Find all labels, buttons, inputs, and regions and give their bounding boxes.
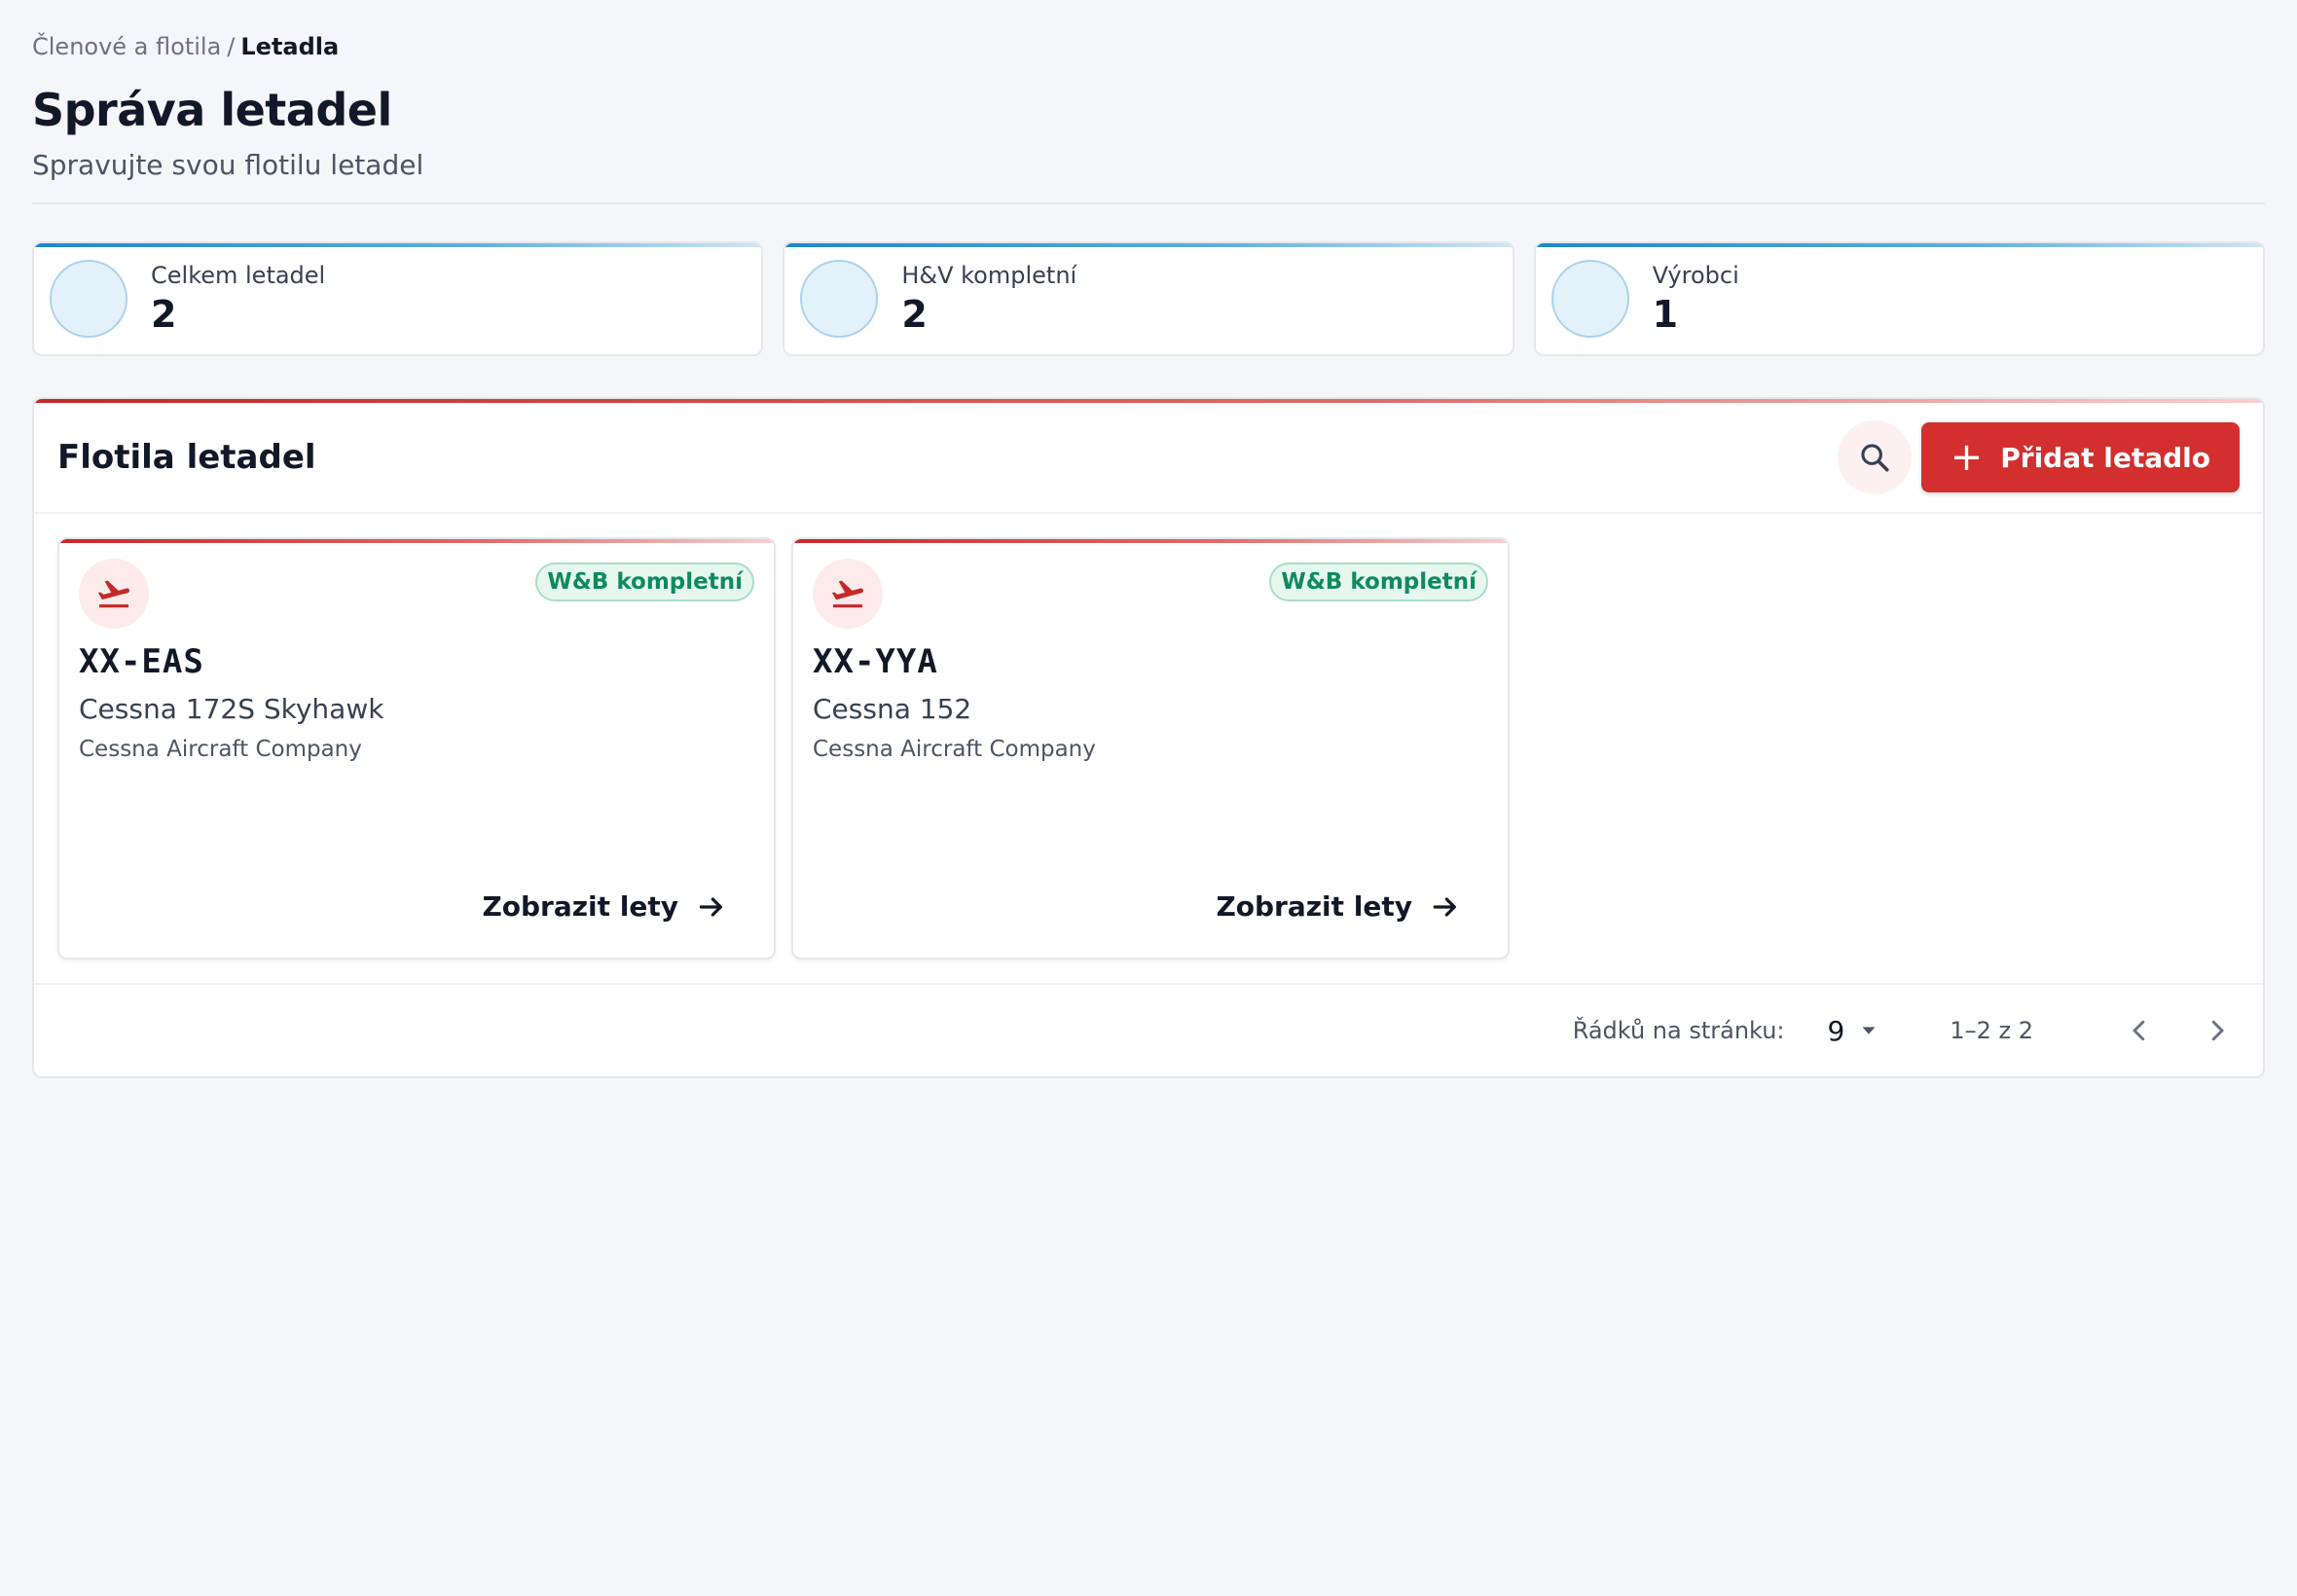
- rows-per-page-label: Řádků na stránku:: [1572, 1017, 1785, 1045]
- header-actions: + Přidat letadlo: [1837, 420, 2240, 495]
- fleet-panel-title: Flotila letadel: [57, 438, 316, 478]
- view-flights-link[interactable]: Zobrazit lety: [1216, 890, 1461, 923]
- breadcrumb-current: Letadla: [240, 33, 340, 60]
- previous-page-button[interactable]: [2115, 1006, 2164, 1055]
- next-page-button[interactable]: [2193, 1006, 2242, 1055]
- caret-down-icon: [1862, 1027, 1876, 1034]
- aircraft-registration: XX-EAS: [79, 642, 204, 682]
- aircraft-card-list: W&B kompletní XX-EAS Cessna 172S Skyhawk…: [34, 514, 2263, 961]
- stat-card-wb-complete: H&V kompletní 2: [783, 241, 1514, 357]
- plus-icon: +: [1950, 435, 1984, 481]
- arrow-right-icon: [699, 897, 722, 917]
- breadcrumb-parent[interactable]: Členové a flotila: [32, 33, 221, 60]
- aircraft-model: Cessna 152: [813, 693, 972, 726]
- wb-status-badge: W&B kompletní: [535, 562, 754, 602]
- breadcrumb: Členové a flotila / Letadla: [32, 29, 2265, 64]
- stat-value: 2: [151, 293, 177, 337]
- aircraft-model: Cessna 172S Skyhawk: [79, 693, 384, 726]
- search-button[interactable]: [1837, 420, 1912, 495]
- view-flights-label: Zobrazit lety: [1216, 890, 1412, 924]
- stat-label: Výrobci: [1652, 262, 1739, 290]
- chevron-right-icon: [2211, 1020, 2224, 1041]
- airplane-takeoff-icon: [813, 559, 883, 630]
- wb-status-badge: W&B kompletní: [1269, 562, 1488, 602]
- pagination-range: 1–2 z 2: [1950, 1017, 2033, 1045]
- stat-label: H&V kompletní: [901, 262, 1077, 290]
- stat-label: Celkem letadel: [151, 262, 326, 290]
- add-aircraft-label: Přidat letadlo: [2000, 441, 2210, 474]
- chevron-left-icon: [2133, 1020, 2145, 1041]
- add-aircraft-button[interactable]: + Přidat letadlo: [1920, 422, 2240, 493]
- pagination-footer: Řádků na stránku: 9 1–2 z 2: [34, 983, 2263, 1076]
- aircraft-registration: XX-YYA: [813, 642, 938, 682]
- page-content: Členové a flotila / Letadla Správa letad…: [32, 29, 2265, 1079]
- fleet-panel-header: Flotila letadel + Přidat letadlo: [34, 403, 2263, 515]
- stat-card-total: Celkem letadel 2: [32, 241, 764, 357]
- stat-circle-icon: [50, 260, 128, 339]
- breadcrumb-separator: /: [227, 33, 236, 60]
- stat-circle-icon: [800, 260, 879, 339]
- view-flights-link[interactable]: Zobrazit lety: [482, 890, 727, 923]
- view-flights-label: Zobrazit lety: [482, 890, 678, 924]
- aircraft-card[interactable]: W&B kompletní XX-YYA Cessna 152 Cessna A…: [791, 537, 1510, 961]
- stat-circle-icon: [1550, 260, 1629, 339]
- aircraft-card[interactable]: W&B kompletní XX-EAS Cessna 172S Skyhawk…: [57, 537, 776, 961]
- aircraft-manufacturer: Cessna Aircraft Company: [79, 737, 362, 763]
- stat-value: 2: [901, 293, 928, 337]
- stats-row: Celkem letadel 2 H&V kompletní 2 Výrobci…: [32, 241, 2265, 357]
- rows-per-page-select[interactable]: 9: [1828, 1015, 1880, 1047]
- rows-per-page-value: 9: [1827, 1014, 1845, 1047]
- aircraft-manufacturer: Cessna Aircraft Company: [813, 737, 1096, 763]
- airplane-takeoff-icon: [79, 559, 149, 630]
- page-subtitle: Spravujte svou flotilu letadel: [32, 149, 424, 182]
- stat-value: 1: [1652, 293, 1679, 337]
- header-divider: [32, 202, 2265, 205]
- search-icon: [1861, 444, 1889, 472]
- fleet-panel: Flotila letadel + Přidat letadlo W&B kom…: [32, 397, 2265, 1079]
- page-title: Správa letadel: [32, 84, 392, 136]
- stat-card-manufacturers: Výrobci 1: [1533, 241, 2265, 357]
- arrow-right-icon: [1433, 897, 1456, 917]
